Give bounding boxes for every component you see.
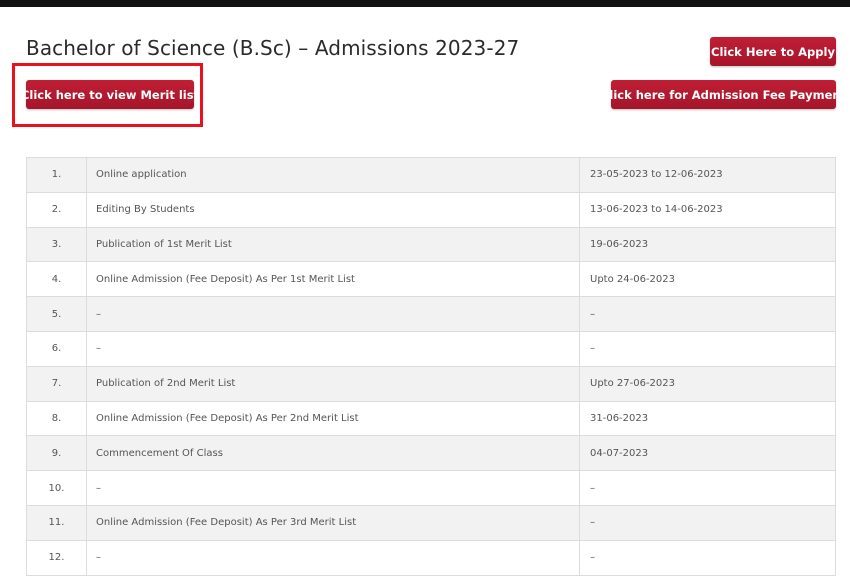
row-event: Online Admission (Fee Deposit) As Per 2n…: [86, 400, 580, 437]
row-number: 3.: [26, 226, 87, 263]
row-date: –: [579, 504, 836, 541]
table-row: 2. Editing By Students 13-06-2023 to 14-…: [26, 191, 836, 228]
page-title: Bachelor of Science (B.Sc) – Admissions …: [26, 36, 520, 60]
row-number: 9.: [26, 435, 87, 472]
table-row: 3. Publication of 1st Merit List 19-06-2…: [26, 226, 836, 263]
row-date: –: [579, 470, 836, 506]
row-event: –: [86, 539, 580, 576]
row-number: 1.: [26, 157, 87, 193]
row-date: 19-06-2023: [579, 226, 836, 263]
table-row: 5. – –: [26, 296, 836, 332]
admission-schedule-table: 1. Online application 23-05-2023 to 12-0…: [26, 157, 836, 576]
row-date: Upto 24-06-2023: [579, 261, 836, 298]
view-merit-list-label: Click here to view Merit list: [20, 87, 200, 102]
row-number: 7.: [26, 365, 87, 402]
row-event: Online Admission (Fee Deposit) As Per 3r…: [86, 504, 580, 541]
top-bar: [0, 0, 850, 7]
table-row: 10. – –: [26, 470, 836, 506]
row-date: 04-07-2023: [579, 435, 836, 472]
table-row: 11. Online Admission (Fee Deposit) As Pe…: [26, 504, 836, 541]
view-merit-list-button[interactable]: Click here to view Merit list: [21, 80, 199, 109]
row-event: Commencement Of Class: [86, 435, 580, 472]
table-row: 6. – –: [26, 330, 836, 367]
row-date: –: [579, 330, 836, 367]
table-row: 7. Publication of 2nd Merit List Upto 27…: [26, 365, 836, 402]
table-row: 8. Online Admission (Fee Deposit) As Per…: [26, 400, 836, 437]
row-number: 12.: [26, 539, 87, 576]
table-row: 12. – –: [26, 539, 836, 576]
row-date: 31-06-2023: [579, 400, 836, 437]
row-date: –: [579, 296, 836, 332]
fee-payment-label: Click here for Admission Fee Payment: [600, 87, 847, 102]
table-row: 1. Online application 23-05-2023 to 12-0…: [26, 157, 836, 193]
row-event: Online application: [86, 157, 580, 193]
row-event: Online Admission (Fee Deposit) As Per 1s…: [86, 261, 580, 298]
row-number: 4.: [26, 261, 87, 298]
apply-button[interactable]: Click Here to Apply: [710, 37, 836, 66]
row-number: 2.: [26, 191, 87, 228]
row-event: –: [86, 330, 580, 367]
row-date: Upto 27-06-2023: [579, 365, 836, 402]
row-event: Publication of 2nd Merit List: [86, 365, 580, 402]
row-event: –: [86, 296, 580, 332]
fee-payment-button[interactable]: Click here for Admission Fee Payment: [601, 80, 846, 109]
row-date: 23-05-2023 to 12-06-2023: [579, 157, 836, 193]
row-event: Publication of 1st Merit List: [86, 226, 580, 263]
row-number: 11.: [26, 504, 87, 541]
table-row: 4. Online Admission (Fee Deposit) As Per…: [26, 261, 836, 298]
row-event: –: [86, 470, 580, 506]
row-number: 8.: [26, 400, 87, 437]
row-number: 5.: [26, 296, 87, 332]
apply-button-label: Click Here to Apply: [711, 44, 835, 59]
row-event: Editing By Students: [86, 191, 580, 228]
row-date: –: [579, 539, 836, 576]
row-number: 6.: [26, 330, 87, 367]
table-row: 9. Commencement Of Class 04-07-2023: [26, 435, 836, 472]
row-date: 13-06-2023 to 14-06-2023: [579, 191, 836, 228]
row-number: 10.: [26, 470, 87, 506]
